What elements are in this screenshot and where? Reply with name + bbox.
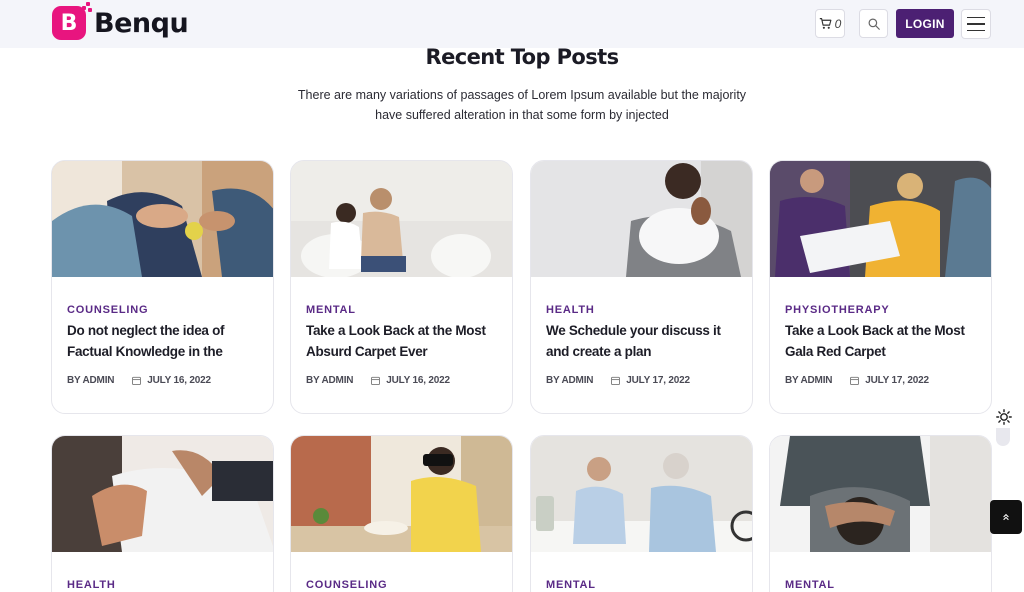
post-meta: BY ADMIN JULY 16, 2022	[67, 375, 211, 386]
post-category[interactable]: MENTAL	[785, 579, 835, 591]
cart-icon	[819, 18, 832, 29]
post-author[interactable]: BY ADMIN	[67, 375, 114, 386]
section-subtitle: There are many variations of passages of…	[262, 85, 782, 125]
scroll-to-top-button[interactable]	[990, 500, 1022, 534]
logo-dots	[80, 2, 92, 14]
calendar-icon	[611, 376, 621, 385]
post-category[interactable]: HEALTH	[546, 304, 595, 316]
post-image[interactable]	[291, 161, 512, 277]
post-date: JULY 16, 2022	[386, 375, 450, 386]
logo[interactable]: B Benqu	[52, 2, 189, 40]
logo-letter: B	[60, 10, 78, 36]
theme-toggle[interactable]	[996, 428, 1010, 446]
logo-text: Benqu	[94, 7, 189, 39]
section-title: Recent Top Posts	[425, 45, 620, 69]
post-author[interactable]: BY ADMIN	[785, 375, 832, 386]
post-card[interactable]: COUNSELING	[290, 435, 513, 592]
section-subtitle-line-2: have suffered alteration in that some fo…	[375, 108, 669, 122]
post-meta: BY ADMIN JULY 16, 2022	[306, 375, 450, 386]
post-image[interactable]	[770, 161, 991, 277]
post-date: JULY 17, 2022	[865, 375, 929, 386]
post-card[interactable]: PHYSIOTHERAPY Take a Look Back at the Mo…	[769, 160, 992, 414]
post-category[interactable]: MENTAL	[546, 579, 596, 591]
hamburger-menu-icon	[967, 16, 985, 19]
post-image[interactable]	[531, 436, 752, 552]
calendar-icon	[850, 376, 860, 385]
hamburger-menu-button[interactable]	[961, 9, 991, 39]
post-meta: BY ADMIN JULY 17, 2022	[785, 375, 929, 386]
post-card[interactable]: MENTAL	[530, 435, 753, 592]
post-author[interactable]: BY ADMIN	[306, 375, 353, 386]
post-image[interactable]	[770, 436, 991, 552]
logo-mark: B	[52, 2, 92, 40]
site-header: B Benqu 0 LOGIN	[0, 0, 1024, 48]
calendar-icon	[371, 376, 381, 385]
post-title[interactable]: Take a Look Back at the Most Absurd Carp…	[306, 320, 502, 362]
post-card[interactable]: MENTAL Take a Look Back at the Most Absu…	[290, 160, 513, 414]
post-image[interactable]	[531, 161, 752, 277]
post-category[interactable]: PHYSIOTHERAPY	[785, 304, 890, 316]
post-date: JULY 17, 2022	[626, 375, 690, 386]
post-card[interactable]: COUNSELING Do not neglect the idea of Fa…	[51, 160, 274, 414]
post-category[interactable]: COUNSELING	[67, 304, 148, 316]
post-title[interactable]: Do not neglect the idea of Factual Knowl…	[67, 320, 263, 362]
login-button[interactable]: LOGIN	[896, 9, 954, 38]
search-button[interactable]	[859, 9, 888, 38]
search-icon	[868, 18, 880, 30]
chevron-up-icon	[1003, 513, 1009, 521]
post-card[interactable]: HEALTH We Schedule your discuss it and c…	[530, 160, 753, 414]
post-author[interactable]: BY ADMIN	[546, 375, 593, 386]
post-card[interactable]: MENTAL	[769, 435, 992, 592]
post-image[interactable]	[52, 436, 273, 552]
post-card[interactable]: HEALTH	[51, 435, 274, 592]
post-image[interactable]	[52, 161, 273, 277]
calendar-icon	[132, 376, 142, 385]
post-meta: BY ADMIN JULY 17, 2022	[546, 375, 690, 386]
post-category[interactable]: HEALTH	[67, 579, 116, 591]
section-subtitle-line-1: There are many variations of passages of…	[297, 88, 747, 102]
post-title[interactable]: Take a Look Back at the Most Gala Red Ca…	[785, 320, 981, 362]
cart-count: 0	[834, 16, 842, 31]
post-category[interactable]: COUNSELING	[306, 579, 387, 591]
post-date: JULY 16, 2022	[147, 375, 211, 386]
cart-button[interactable]: 0	[815, 9, 845, 38]
post-title[interactable]: We Schedule your discuss it and create a…	[546, 320, 742, 362]
post-category[interactable]: MENTAL	[306, 304, 356, 316]
sun-icon[interactable]	[996, 409, 1012, 425]
post-image[interactable]	[291, 436, 512, 552]
